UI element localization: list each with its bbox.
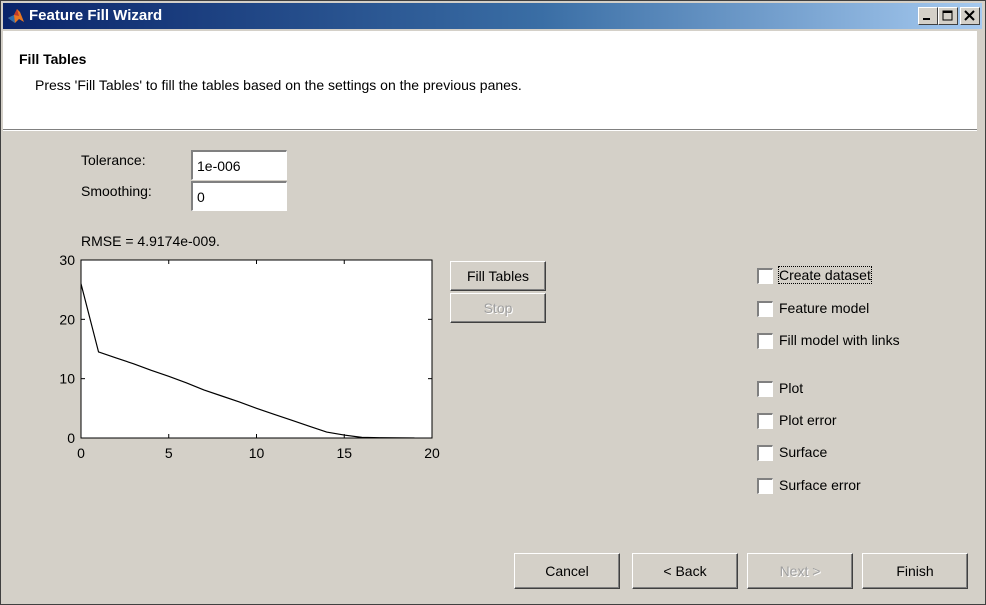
- checkbox[interactable]: [757, 333, 773, 349]
- checkbox[interactable]: [757, 381, 773, 397]
- plot-area: [80, 259, 433, 439]
- minimize-button[interactable]: [918, 7, 938, 25]
- wizard-window: Feature Fill Wizard Fill Tables Press 'F…: [0, 0, 986, 605]
- checkbox-label: Create dataset: [778, 266, 872, 284]
- checkbox-label: Surface error: [779, 477, 861, 493]
- checkbox-label: Plot error: [779, 412, 837, 428]
- checkbox[interactable]: [757, 413, 773, 429]
- stop-button[interactable]: Stop: [450, 293, 546, 323]
- checkbox[interactable]: [757, 268, 773, 284]
- checkbox-label: Fill model with links: [779, 332, 900, 348]
- fill-tables-button[interactable]: Fill Tables: [450, 261, 546, 291]
- x-tick-label: 10: [249, 445, 265, 461]
- checkbox-label: Surface: [779, 444, 828, 460]
- y-tick-label: 0: [67, 430, 75, 446]
- next-button[interactable]: Next >: [747, 553, 853, 589]
- close-button[interactable]: [960, 7, 980, 25]
- fill-error-chart: 0 5 10 15 20 0 10 20 30: [59, 252, 440, 461]
- close-icon: [964, 10, 975, 21]
- minimize-icon: [923, 18, 930, 20]
- finish-button[interactable]: Finish: [862, 553, 968, 589]
- maximize-icon: [942, 10, 953, 21]
- x-tick-label: 20: [424, 445, 440, 461]
- maximize-button[interactable]: [938, 7, 958, 25]
- checkbox[interactable]: [757, 478, 773, 494]
- y-tick-label: 30: [59, 252, 75, 268]
- y-tick-label: 20: [59, 311, 75, 327]
- x-tick-label: 0: [77, 445, 85, 461]
- cancel-button[interactable]: Cancel: [514, 553, 620, 589]
- checkbox[interactable]: [757, 301, 773, 317]
- x-tick-label: 5: [165, 445, 173, 461]
- back-button[interactable]: < Back: [632, 553, 738, 589]
- checkbox-label: Feature model: [779, 300, 870, 316]
- checkbox[interactable]: [757, 445, 773, 461]
- checkbox-label: Plot: [779, 380, 804, 396]
- y-tick-label: 10: [59, 371, 75, 387]
- x-tick-label: 15: [336, 445, 352, 461]
